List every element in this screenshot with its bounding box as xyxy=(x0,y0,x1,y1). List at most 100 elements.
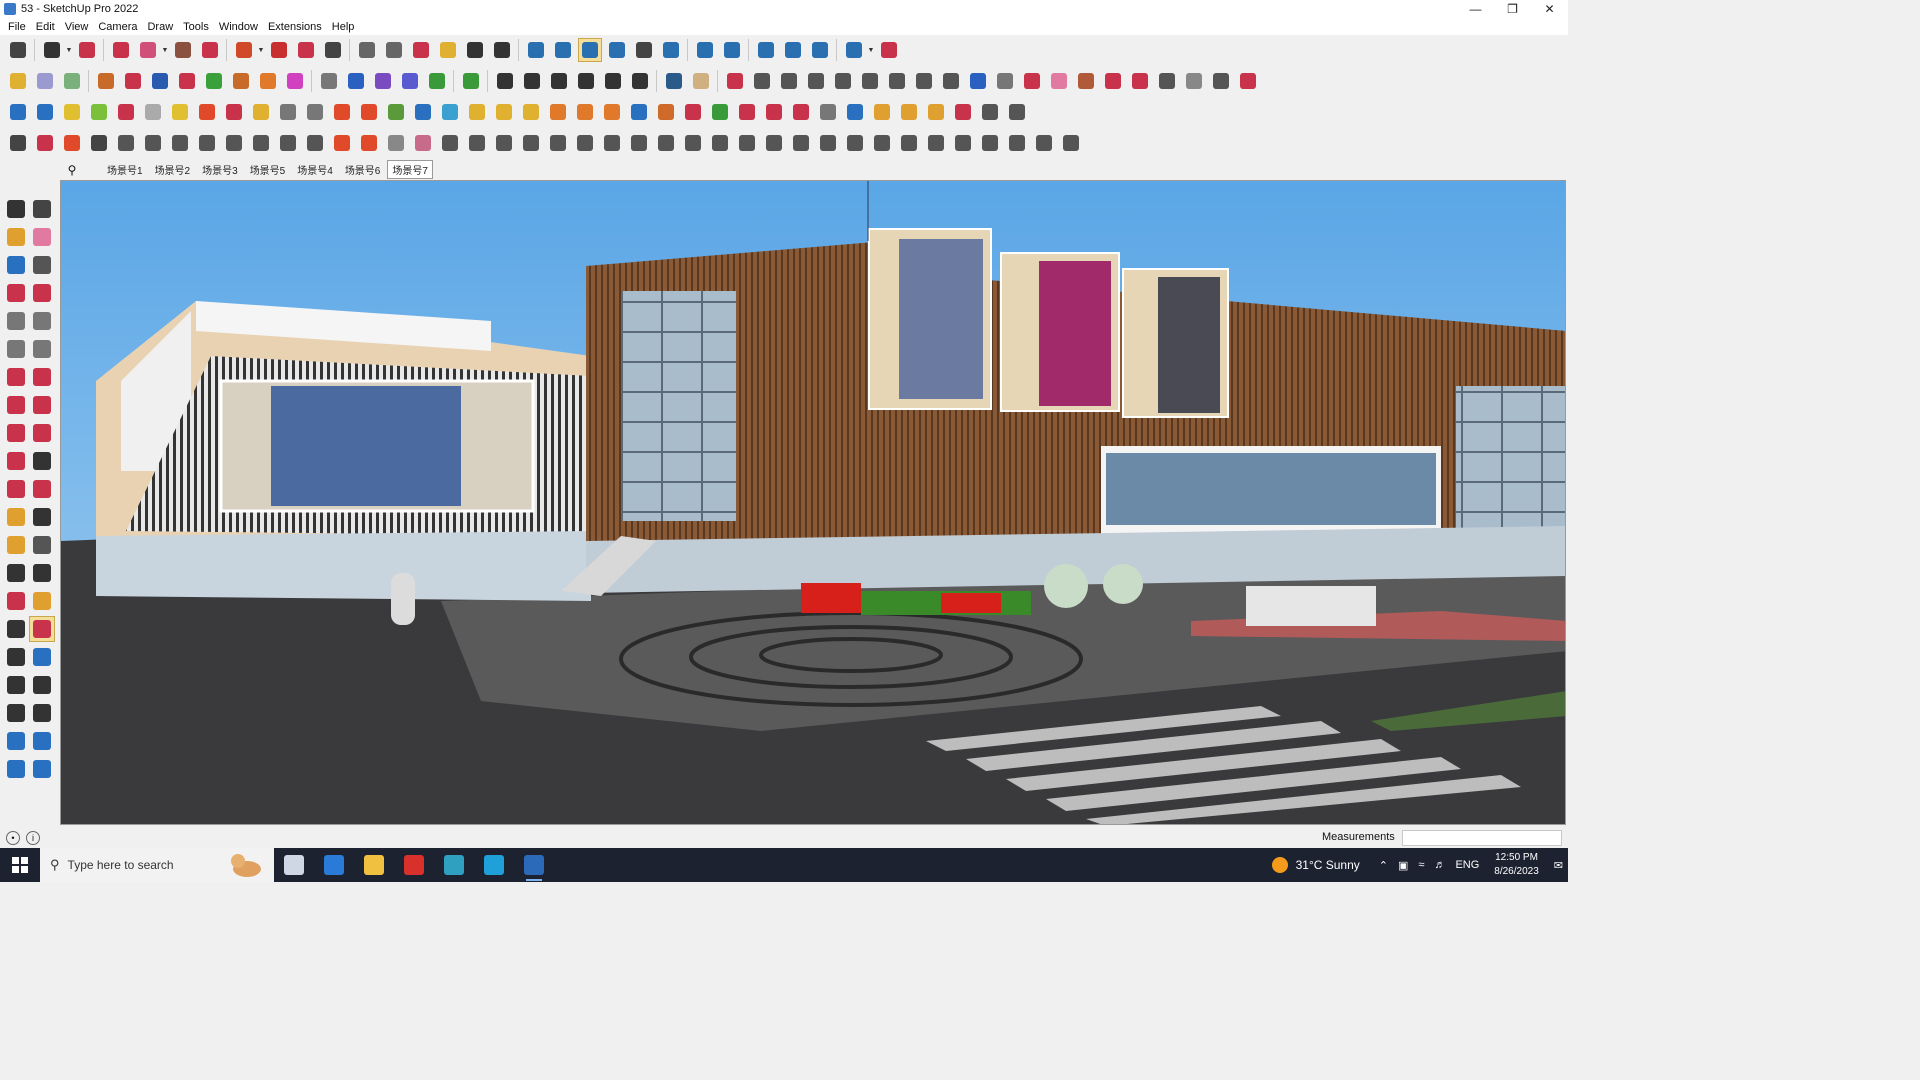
toolbar-3-tool-28-icon[interactable] xyxy=(735,100,759,124)
toolbar-2-tool-28-icon[interactable] xyxy=(777,69,801,93)
left-tool-35-icon[interactable] xyxy=(3,672,29,698)
toolbar-3-tool-5-icon[interactable] xyxy=(114,100,138,124)
menu-help[interactable]: Help xyxy=(327,21,360,33)
left-tool-4-icon[interactable] xyxy=(29,224,55,250)
toolbar-1-tool-17-icon[interactable] xyxy=(490,38,514,62)
toolbar-2-tool-38-icon[interactable] xyxy=(1047,69,1071,93)
toolbar-3-tool-10-icon[interactable] xyxy=(249,100,273,124)
left-tool-40-icon[interactable] xyxy=(29,728,55,754)
toolbar-2-tool-25-icon[interactable] xyxy=(689,69,713,93)
notifications-icon[interactable]: ✉ xyxy=(1554,859,1563,872)
toolbar-2-tool-6-icon[interactable] xyxy=(148,69,172,93)
toolbar-2-tool-8-icon[interactable] xyxy=(202,69,226,93)
toolbar-2-tool-30-icon[interactable] xyxy=(831,69,855,93)
toolbar-2-tool-14-icon[interactable] xyxy=(371,69,395,93)
toolbar-4-tool-6-icon[interactable] xyxy=(141,131,165,155)
toolbar-2-tool-20-icon[interactable] xyxy=(547,69,571,93)
left-tool-32-icon[interactable] xyxy=(29,616,55,642)
left-tool-9-icon[interactable] xyxy=(3,308,29,334)
toolbar-1-tool-30-icon[interactable] xyxy=(877,38,901,62)
toolbar-3-tool-9-icon[interactable] xyxy=(222,100,246,124)
toolbar-2-tool-22-icon[interactable] xyxy=(601,69,625,93)
toolbar-2-tool-41-icon[interactable] xyxy=(1128,69,1152,93)
scene-tab-3[interactable]: 场景号3 xyxy=(197,160,243,179)
dropdown-arrow-icon[interactable]: ▼ xyxy=(867,38,875,62)
left-tool-26-icon[interactable] xyxy=(29,532,55,558)
left-tool-39-icon[interactable] xyxy=(3,728,29,754)
left-tool-7-icon[interactable] xyxy=(3,280,29,306)
toolbar-3-tool-11-icon[interactable] xyxy=(276,100,300,124)
toolbar-1-tool-28-icon[interactable] xyxy=(808,38,832,62)
toolbar-4-tool-32-icon[interactable] xyxy=(843,131,867,155)
toolbar-1-tool-5-icon[interactable] xyxy=(136,38,160,62)
toolbar-4-tool-25-icon[interactable] xyxy=(654,131,678,155)
toolbar-2-tool-37-icon[interactable] xyxy=(1020,69,1044,93)
toolbar-2-tool-42-icon[interactable] xyxy=(1155,69,1179,93)
toolbar-2-tool-24-icon[interactable] xyxy=(662,69,686,93)
toolbar-2-tool-1-icon[interactable] xyxy=(6,69,30,93)
toolbar-2-tool-5-icon[interactable] xyxy=(121,69,145,93)
toolbar-1-tool-13-icon[interactable] xyxy=(382,38,406,62)
toolbar-2-tool-2-icon[interactable] xyxy=(33,69,57,93)
geolocation-icon[interactable]: • xyxy=(6,831,20,845)
toolbar-3-tool-4-icon[interactable] xyxy=(87,100,111,124)
toolbar-2-tool-26-icon[interactable] xyxy=(723,69,747,93)
left-tool-28-icon[interactable] xyxy=(29,560,55,586)
toolbar-4-tool-13-icon[interactable] xyxy=(330,131,354,155)
toolbar-1-tool-16-icon[interactable] xyxy=(463,38,487,62)
toolbar-4-tool-19-icon[interactable] xyxy=(492,131,516,155)
toolbar-3-tool-24-icon[interactable] xyxy=(627,100,651,124)
sketchup-taskbar-icon[interactable] xyxy=(514,848,554,882)
toolbar-4-tool-8-icon[interactable] xyxy=(195,131,219,155)
toolbar-1-tool-23-icon[interactable] xyxy=(659,38,683,62)
toolbar-3-tool-37-icon[interactable] xyxy=(978,100,1002,124)
edge-taskbar-icon[interactable] xyxy=(474,848,514,882)
model-viewport[interactable] xyxy=(60,180,1566,825)
toolbar-3-tool-16-icon[interactable] xyxy=(411,100,435,124)
left-tool-21-icon[interactable] xyxy=(3,476,29,502)
left-tool-37-icon[interactable] xyxy=(3,700,29,726)
toolbar-2-tool-15-icon[interactable] xyxy=(398,69,422,93)
toolbar-2-tool-13-icon[interactable] xyxy=(344,69,368,93)
toolbar-4-tool-21-icon[interactable] xyxy=(546,131,570,155)
toolbar-1-tool-14-icon[interactable] xyxy=(409,38,433,62)
toolbar-1-tool-24-icon[interactable] xyxy=(693,38,717,62)
toolbar-3-tool-27-icon[interactable] xyxy=(708,100,732,124)
left-tool-31-icon[interactable] xyxy=(3,616,29,642)
toolbar-4-tool-1-icon[interactable] xyxy=(6,131,30,155)
left-tool-33-icon[interactable] xyxy=(3,644,29,670)
toolbar-1-tool-11-icon[interactable] xyxy=(321,38,345,62)
toolbar-4-tool-31-icon[interactable] xyxy=(816,131,840,155)
toolbar-3-tool-13-icon[interactable] xyxy=(330,100,354,124)
toolbar-2-tool-18-icon[interactable] xyxy=(493,69,517,93)
app-3-taskbar-icon[interactable] xyxy=(434,848,474,882)
toolbar-2-tool-45-icon[interactable] xyxy=(1236,69,1260,93)
dropdown-arrow-icon[interactable]: ▼ xyxy=(65,38,73,62)
toolbar-3-tool-17-icon[interactable] xyxy=(438,100,462,124)
toolbar-3-tool-20-icon[interactable] xyxy=(519,100,543,124)
left-tool-29-icon[interactable] xyxy=(3,588,29,614)
taskbar-search-box[interactable]: ⚲ Type here to search xyxy=(40,848,274,882)
toolbar-4-tool-17-icon[interactable] xyxy=(438,131,462,155)
toolbar-1-tool-2-icon[interactable] xyxy=(40,38,64,62)
toolbar-4-tool-10-icon[interactable] xyxy=(249,131,273,155)
toolbar-2-tool-44-icon[interactable] xyxy=(1209,69,1233,93)
toolbar-2-tool-31-icon[interactable] xyxy=(858,69,882,93)
toolbar-4-tool-39-icon[interactable] xyxy=(1032,131,1056,155)
toolbar-4-tool-3-icon[interactable] xyxy=(60,131,84,155)
toolbar-1-tool-3-icon[interactable] xyxy=(75,38,99,62)
toolbar-4-tool-40-icon[interactable] xyxy=(1059,131,1083,155)
left-tool-6-icon[interactable] xyxy=(29,252,55,278)
menu-edit[interactable]: Edit xyxy=(31,21,60,33)
toolbar-4-tool-15-icon[interactable] xyxy=(384,131,408,155)
toolbar-3-tool-35-icon[interactable] xyxy=(924,100,948,124)
language-indicator[interactable]: ENG xyxy=(1455,859,1479,871)
toolbar-3-tool-32-icon[interactable] xyxy=(843,100,867,124)
menu-draw[interactable]: Draw xyxy=(142,21,178,33)
left-tool-10-icon[interactable] xyxy=(29,308,55,334)
toolbar-4-tool-34-icon[interactable] xyxy=(897,131,921,155)
acrobat-taskbar-icon[interactable] xyxy=(394,848,434,882)
toolbar-2-tool-12-icon[interactable] xyxy=(317,69,341,93)
left-tool-25-icon[interactable] xyxy=(3,532,29,558)
scene-tab-7[interactable]: 场景号7 xyxy=(387,160,433,179)
